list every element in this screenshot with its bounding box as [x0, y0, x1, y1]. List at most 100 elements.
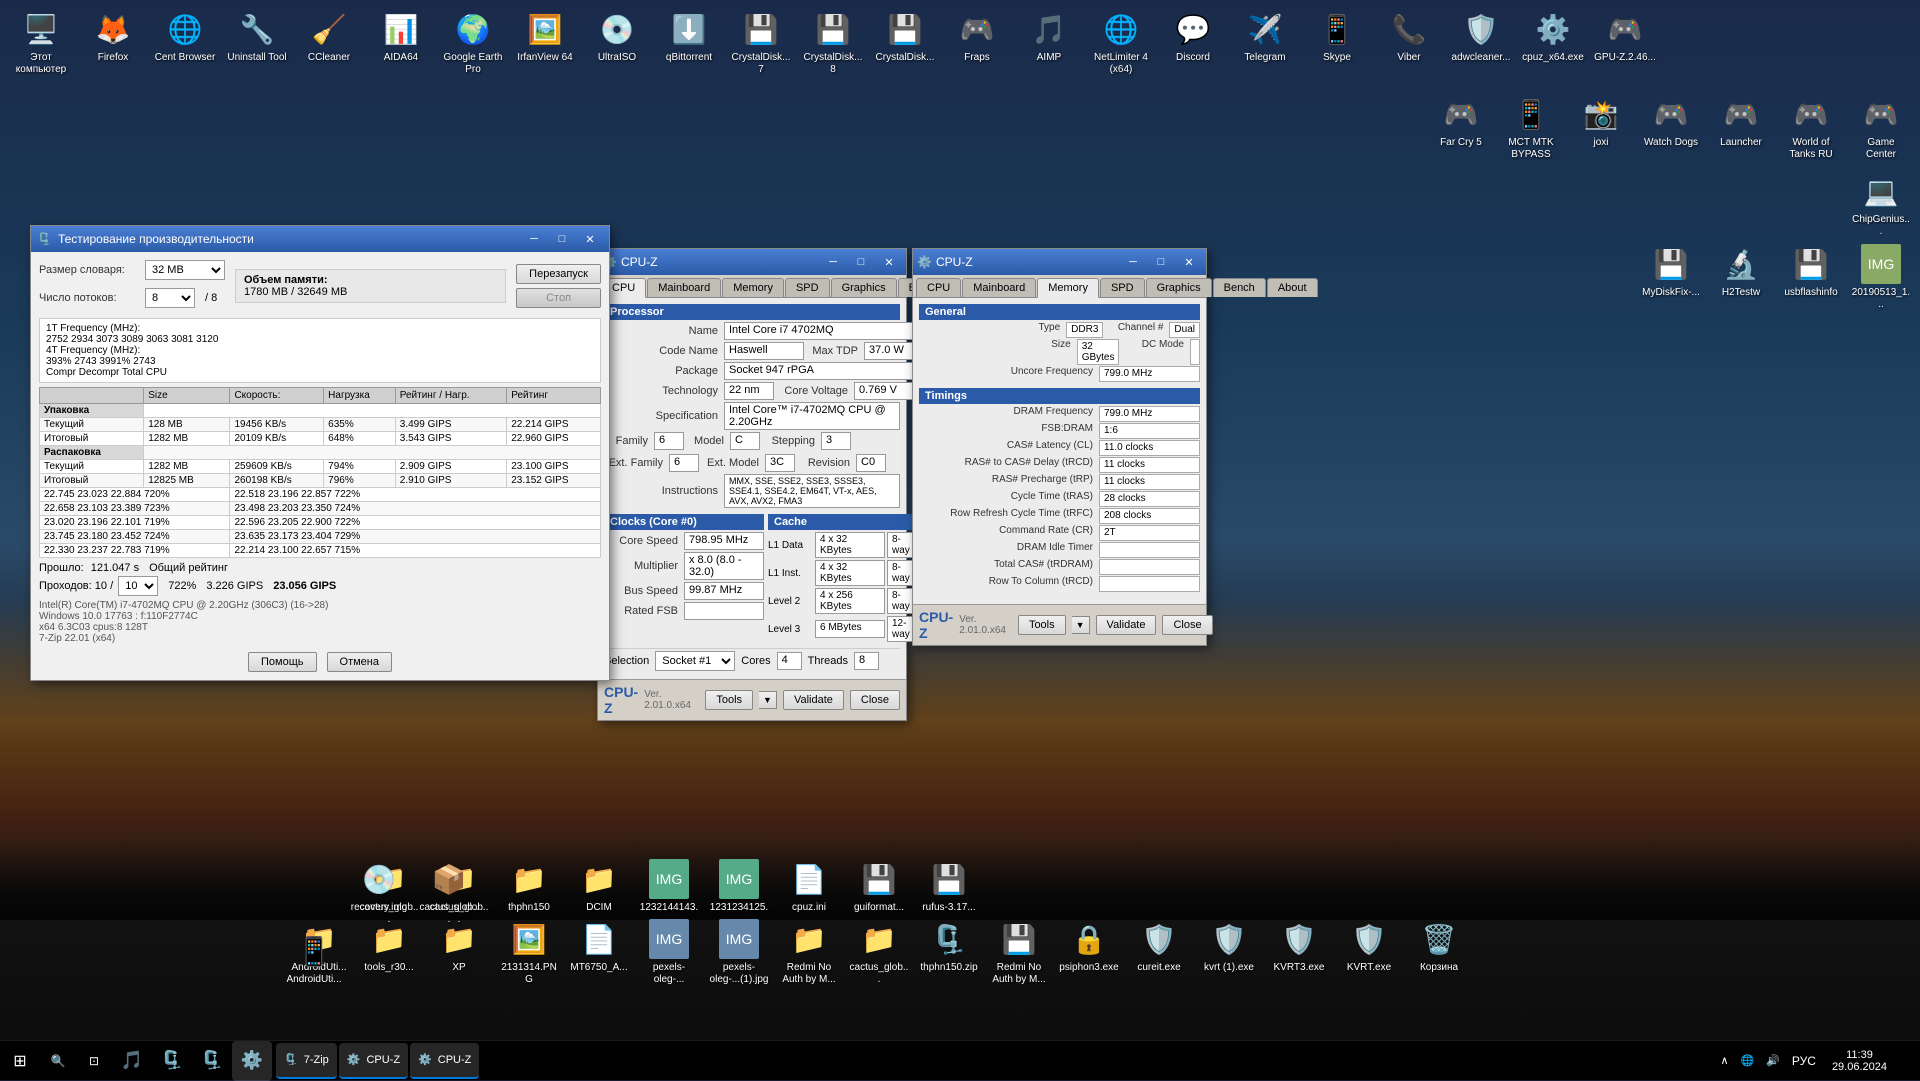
- icon-usbflashinfo[interactable]: 💾 usbflashinfo: [1777, 240, 1845, 315]
- icon-redmi-no1[interactable]: 📁 Redmi NoAuth by M...: [775, 915, 843, 990]
- icon-ultraiso[interactable]: 💿 UltraISO: [581, 5, 653, 68]
- icon-cactus-glob4[interactable]: 📁 cactus_glob...: [845, 915, 913, 990]
- cpuz-cpu-minimize-btn[interactable]: ─: [820, 252, 846, 272]
- mem-tab-about[interactable]: About: [1267, 278, 1318, 297]
- tray-language[interactable]: РУС: [1788, 1054, 1820, 1068]
- icon-firefox[interactable]: 🦊 Firefox: [77, 5, 149, 68]
- icon-launcher[interactable]: 🎮 Launcher: [1707, 90, 1775, 165]
- icon-uninstall-tool[interactable]: 🔧 Uninstall Tool: [221, 5, 293, 68]
- perf-minimize-btn[interactable]: ─: [521, 229, 547, 249]
- icon-h2testw[interactable]: 🔬 H2Testw: [1707, 240, 1775, 315]
- mem-tab-spd[interactable]: SPD: [1100, 278, 1145, 297]
- tab-mainboard[interactable]: Mainboard: [647, 278, 721, 297]
- icon-cent-browser[interactable]: 🌐 Cent Browser: [149, 5, 221, 68]
- icon-this-computer[interactable]: 🖥️ Этоткомпьютер: [5, 5, 77, 80]
- icon-crystaldiskm[interactable]: 💾 CrystalDisk...: [869, 5, 941, 68]
- icon-irfanview[interactable]: 🖼️ IrfanView 64: [509, 5, 581, 68]
- cpuz-cpu-close-btn[interactable]: ✕: [876, 252, 902, 272]
- cpuz-mem-maximize-btn[interactable]: □: [1148, 252, 1174, 272]
- icon-kvrt3[interactable]: 🛡️ KVRT3.exe: [1265, 915, 1333, 990]
- icon-mydiskfix[interactable]: 💾 MyDiskFix-...: [1637, 240, 1705, 315]
- cpuz-mem-tools-btn[interactable]: Tools: [1018, 615, 1066, 635]
- icon-game-center[interactable]: 🎮 Game Center: [1847, 90, 1915, 165]
- icon-telegram[interactable]: ✈️ Telegram: [1229, 5, 1301, 68]
- cpuz-tools-dropdown-btn[interactable]: ▼: [759, 691, 777, 709]
- icon-recovery-img[interactable]: 💿 recovery.img: [345, 855, 413, 930]
- icon-adwcleaner[interactable]: 🛡️ adwcleaner...: [1445, 5, 1517, 68]
- icon-ccleaner[interactable]: 🧹 CCleaner: [293, 5, 365, 68]
- icon-kvrt-exe[interactable]: 🛡️ KVRT.exe: [1335, 915, 1403, 990]
- icon-google-earth[interactable]: 🌍 Google Earth Pro: [437, 5, 509, 80]
- cpuz-tools-btn[interactable]: Tools: [705, 690, 753, 710]
- icon-cureit[interactable]: 🛡️ cureit.exe: [1125, 915, 1193, 990]
- reload-btn[interactable]: Перезапуск: [516, 264, 601, 284]
- icon-netlimiter[interactable]: 🌐 NetLimiter 4 (x64): [1085, 5, 1157, 80]
- cpuz-mem-close-btn[interactable]: Close: [1162, 615, 1212, 635]
- tray-clock[interactable]: 11:39 29.06.2024: [1824, 1049, 1895, 1073]
- icon-chipgenius[interactable]: 💻 ChipGenius...: [1847, 167, 1915, 242]
- icon-mct-mtk[interactable]: 📱 MCT MTK BYPASS: [1497, 90, 1565, 165]
- mem-tab-graphics[interactable]: Graphics: [1146, 278, 1212, 297]
- pinned-winamp[interactable]: 🎵: [112, 1041, 152, 1081]
- icon-qbittorrent[interactable]: ⬇️ qBittorrent: [653, 5, 725, 68]
- tray-network[interactable]: 🌐: [1737, 1054, 1759, 1067]
- icon-pexels1[interactable]: IMG pexels-oleg-...: [635, 915, 703, 990]
- icon-gpu-z[interactable]: 🎮 GPU-Z.2.46...: [1589, 5, 1661, 68]
- icon-aida64[interactable]: 📊 AIDA64: [365, 5, 437, 68]
- pinned-7zip2[interactable]: 🗜️: [192, 1041, 232, 1081]
- icon-joxi[interactable]: 📸 joxi: [1567, 90, 1635, 165]
- tray-volume[interactable]: 🔊: [1762, 1054, 1784, 1067]
- icon-androidutil1[interactable]: 📱 AndroidUti...: [280, 927, 348, 990]
- icon-pexels2[interactable]: IMG pexels-oleg-...(1).jpg: [705, 915, 773, 990]
- icon-psiphon3[interactable]: 🔒 psiphon3.exe: [1055, 915, 1123, 990]
- icon-watch-dogs[interactable]: 🎮 Watch Dogs: [1637, 90, 1705, 165]
- passes-select[interactable]: 10: [118, 576, 158, 596]
- icon-skype[interactable]: 📱 Skype: [1301, 5, 1373, 68]
- task-view-button[interactable]: ⊡: [76, 1043, 112, 1079]
- icon-img20190513[interactable]: IMG 20190513_1...: [1847, 240, 1915, 315]
- dict-size-select[interactable]: 32 MB: [145, 260, 225, 280]
- icon-farcry5[interactable]: 🎮 Far Cry 5: [1427, 90, 1495, 165]
- perf-close-btn[interactable]: ✕: [577, 229, 603, 249]
- cancel-btn[interactable]: Отмена: [327, 652, 392, 672]
- perf-maximize-btn[interactable]: □: [549, 229, 575, 249]
- help-btn[interactable]: Помощь: [248, 652, 317, 672]
- icon-png2131[interactable]: 🖼️ 2131314.PNG: [495, 915, 563, 990]
- tab-spd[interactable]: SPD: [785, 278, 830, 297]
- selection-select[interactable]: Socket #1: [655, 651, 735, 671]
- icon-kvrt1[interactable]: 🛡️ kvrt (1).exe: [1195, 915, 1263, 990]
- tray-expand[interactable]: ∧: [1716, 1054, 1732, 1067]
- taskbar-cpuz1-item[interactable]: ⚙️ CPU-Z: [339, 1043, 408, 1079]
- mem-tab-cpu[interactable]: CPU: [916, 278, 961, 297]
- taskbar-cpuz2-item[interactable]: ⚙️ CPU-Z: [410, 1043, 479, 1079]
- mem-tab-mainboard[interactable]: Mainboard: [962, 278, 1036, 297]
- icon-redmi-no2[interactable]: 💾 Redmi NoAuth by M...: [985, 915, 1053, 990]
- cpuz-mem-tools-dropdown-btn[interactable]: ▼: [1072, 616, 1090, 634]
- icon-viber[interactable]: 📞 Viber: [1373, 5, 1445, 68]
- mem-tab-bench[interactable]: Bench: [1213, 278, 1266, 297]
- start-button[interactable]: ⊞: [0, 1041, 40, 1081]
- icon-discord[interactable]: 💬 Discord: [1157, 5, 1229, 68]
- tab-memory[interactable]: Memory: [722, 278, 784, 297]
- icon-cactus-glob1[interactable]: 📦 cactus_glob...: [415, 855, 483, 930]
- tab-graphics[interactable]: Graphics: [831, 278, 897, 297]
- search-button[interactable]: 🔍: [40, 1043, 76, 1079]
- icon-fraps[interactable]: 🎮 Fraps: [941, 5, 1013, 68]
- icon-recycle-bin[interactable]: 🗑️ Корзина: [1405, 915, 1473, 990]
- icon-crystaldisk7[interactable]: 💾 CrystalDisk... 7: [725, 5, 797, 80]
- threads-select[interactable]: 8: [145, 288, 195, 308]
- icon-aimp[interactable]: 🎵 AIMP: [1013, 5, 1085, 68]
- taskbar-perf-item[interactable]: 🗜️ 7-Zip: [276, 1043, 337, 1079]
- icon-thphn150zip[interactable]: 🗜️ thphn150.zip: [915, 915, 983, 990]
- pinned-cpuz[interactable]: ⚙️: [232, 1041, 272, 1081]
- cpuz-close-btn[interactable]: Close: [850, 690, 900, 710]
- cpuz-mem-close-btn[interactable]: ✕: [1176, 252, 1202, 272]
- icon-mt6750[interactable]: 📄 MT6750_A...: [565, 915, 633, 990]
- pinned-7zip1[interactable]: 🗜️: [152, 1041, 192, 1081]
- mem-tab-memory[interactable]: Memory: [1037, 278, 1099, 298]
- cpuz-cpu-maximize-btn[interactable]: □: [848, 252, 874, 272]
- cpuz-validate-btn[interactable]: Validate: [783, 690, 844, 710]
- cpuz-mem-minimize-btn[interactable]: ─: [1120, 252, 1146, 272]
- icon-world-tanks[interactable]: 🎮 World ofTanks RU: [1777, 90, 1845, 165]
- cpuz-mem-validate-btn[interactable]: Validate: [1096, 615, 1157, 635]
